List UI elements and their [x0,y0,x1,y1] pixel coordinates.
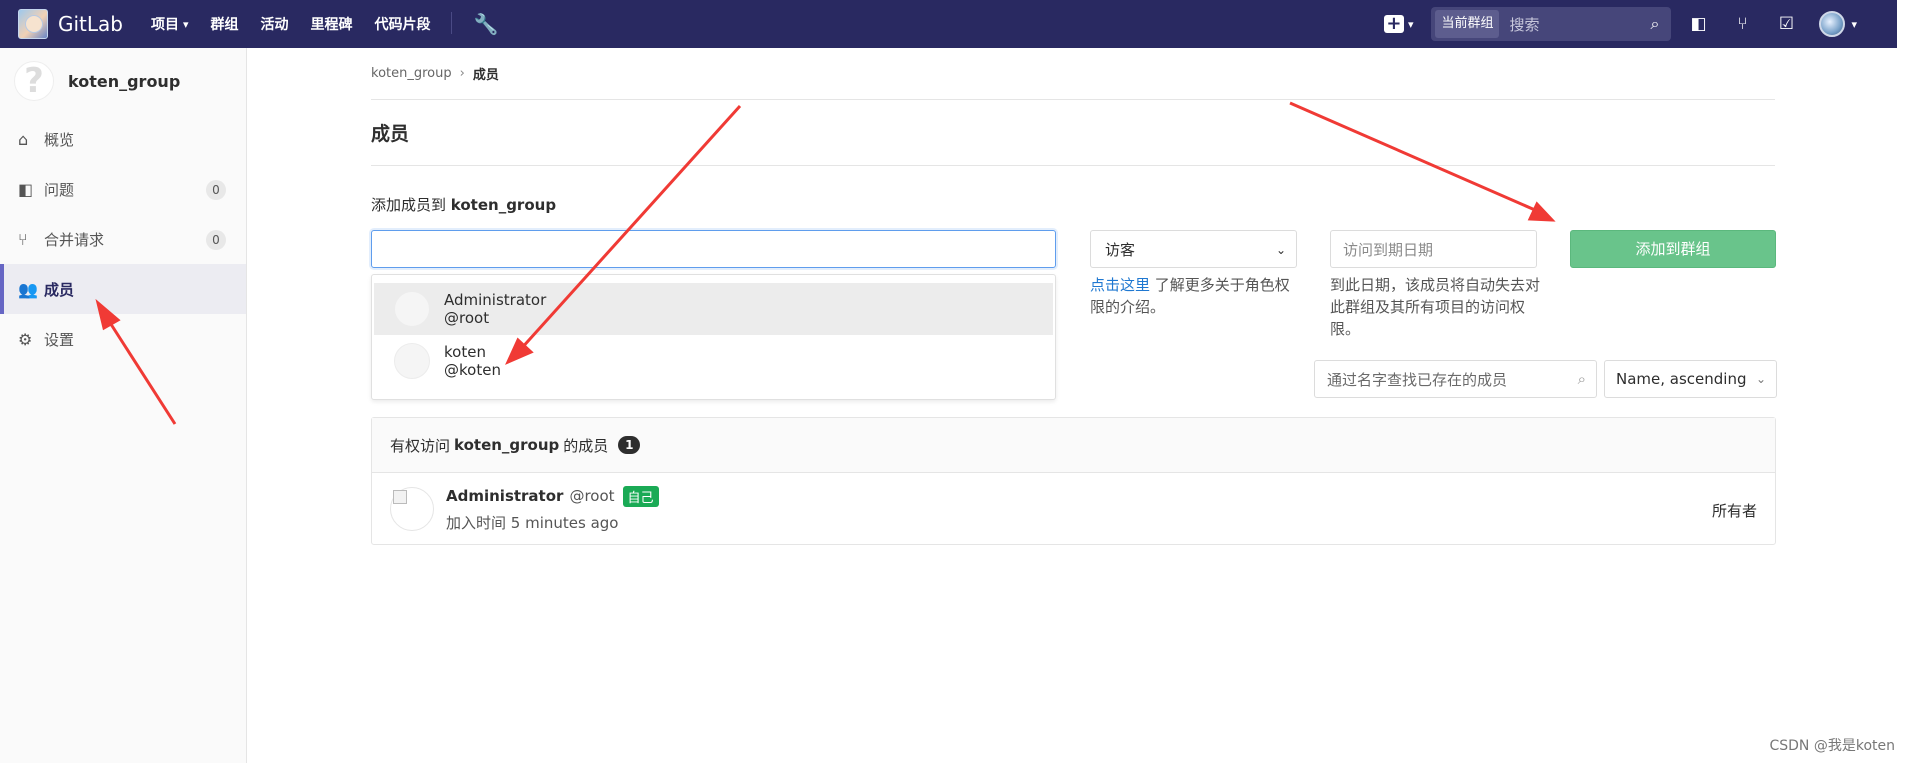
nav-divider [450,12,452,34]
member-role: 所有者 [1711,502,1757,520]
nav-projects[interactable]: 项目 ▾ [151,12,189,36]
add-to-group-button[interactable]: 添加到群组 [1570,230,1776,268]
sidebar: ? koten_group ⌂ 概览 ◧ 问题 0 ⑂ 合并请求 0 👥 成员 … [0,48,247,763]
avatar[interactable] [390,487,434,531]
chevron-down-icon: ⌄ [1275,243,1286,257]
todo-check-icon[interactable]: ☑ [1775,14,1797,34]
sidebar-item-label: 合并请求 [44,230,105,249]
role-help-text: 点击这里 了解更多关于角色权限的介绍。 [1090,276,1290,316]
nav-snippets[interactable]: 代码片段 [375,12,431,36]
suggestion-username: @root [444,309,490,327]
suggestion-username: @koten [444,361,501,379]
suggestion-name: Administrator [444,291,547,309]
sidebar-item-overview[interactable]: ⌂ 概览 [0,114,246,164]
member-filter-input[interactable]: 通过名字查找已存在的成员 ⌕ [1314,360,1597,398]
members-panel-header: 有权访问 koten_group 的成员 1 [372,418,1775,473]
sidebar-item-label: 概览 [44,130,75,149]
chevron-right-icon: › [459,66,465,81]
merge-request-icon: ⑂ [18,229,28,249]
search-scope-badge[interactable]: 当前群组 [1435,10,1500,38]
gitlab-logo-icon [18,9,48,39]
chevron-down-icon[interactable]: ▾ [1851,18,1857,31]
chevron-down-icon: ▾ [183,17,189,31]
merge-request-icon[interactable]: ⑂ [1731,14,1753,34]
suggestion-item[interactable]: koten @koten [374,335,1053,387]
sidebar-item-label: 设置 [44,330,75,349]
sort-select-value: Name, ascending [1616,370,1747,388]
self-badge: 自己 [622,485,659,507]
member-suggestions-dropdown: Administrator @root koten @koten [371,274,1056,400]
issues-icon[interactable]: ◧ [1687,14,1709,34]
avatar [394,291,430,327]
sidebar-group-header[interactable]: ? koten_group [0,48,246,114]
page-title: 成员 [371,100,1775,166]
suggestion-name: koten [444,343,486,361]
search-icon[interactable]: ⌕ [1578,370,1586,388]
member-row: Administrator @root 自己 加入时间 5 minutes ag… [372,473,1775,545]
member-name[interactable]: Administrator [446,487,563,505]
sidebar-item-merge-requests[interactable]: ⑂ 合并请求 0 [0,214,246,264]
top-navbar: GitLab 项目 ▾ 群组 活动 里程碑 代码片段 🔧 + ▾ 当前群组 搜索 … [0,0,1897,48]
search-input[interactable]: 当前群组 搜索 ⌕ [1431,7,1672,41]
home-icon: ⌂ [18,129,29,149]
nav-milestones[interactable]: 里程碑 [311,12,353,36]
chevron-down-icon: ⌄ [1755,372,1766,386]
annotation-arrowhead [1527,201,1556,222]
members-panel: 有权访问 koten_group 的成员 1 Administrator @ro… [371,417,1776,545]
nav-activity[interactable]: 活动 [261,12,289,36]
expiration-date-input[interactable]: 访问到期日期 [1330,230,1537,268]
member-search-input[interactable] [371,230,1056,268]
breadcrumb-group-link[interactable]: koten_group [371,66,452,81]
main-content: koten_group › 成员 成员 添加成员到 koten_group Ad… [371,48,1777,545]
role-help-link[interactable]: 点击这里 [1090,276,1150,294]
search-icon: ⌕ [1650,14,1660,33]
merge-requests-count-badge: 0 [206,230,226,250]
sidebar-item-label: 问题 [44,180,75,199]
members-count-badge: 1 [618,436,641,454]
issues-count-badge: 0 [206,180,226,200]
brand[interactable]: GitLab [18,9,123,39]
sort-select[interactable]: Name, ascending ⌄ [1604,360,1777,398]
add-member-label: 添加成员到 koten_group [371,196,557,214]
chevron-down-icon[interactable]: ▾ [1408,18,1414,31]
search-placeholder: 搜索 [1509,15,1540,34]
new-plus-icon[interactable]: + [1383,15,1404,33]
users-icon: 👥 [18,279,38,299]
expiration-help-text: 到此日期，该成员将自动失去对此群组及其所有项目的访问权限。 [1330,276,1541,338]
sidebar-item-settings[interactable]: ⚙ 设置 [0,314,246,364]
sidebar-item-issues[interactable]: ◧ 问题 0 [0,164,246,214]
suggestion-item[interactable]: Administrator @root [374,283,1053,335]
main-nav: 项目 ▾ 群组 活动 里程碑 代码片段 🔧 [151,12,498,36]
gear-icon: ⚙ [18,329,33,349]
sidebar-group-name: koten_group [68,71,181,91]
role-select-value: 访客 [1105,240,1136,259]
user-avatar[interactable] [1819,11,1846,37]
watermark: CSDN @我是koten [1769,738,1895,754]
member-username: @root [569,487,615,505]
issues-icon: ◧ [18,179,34,199]
breadcrumb-current[interactable]: 成员 [473,64,499,83]
group-avatar: ? [14,61,54,101]
role-select[interactable]: 访客 ⌄ [1090,230,1297,268]
sidebar-item-label: 成员 [44,280,75,299]
sidebar-item-members[interactable]: 👥 成员 [0,264,246,314]
member-joined-time: 加入时间 5 minutes ago [446,513,619,532]
nav-groups[interactable]: 群组 [211,12,239,36]
topbar-right: + ▾ 当前群组 搜索 ⌕ ◧ ⑂ ☑ ▾ [1383,0,1897,48]
admin-wrench-icon[interactable]: 🔧 [474,12,499,36]
brand-name: GitLab [58,12,123,36]
avatar [394,343,430,379]
breadcrumb: koten_group › 成员 [371,48,1775,100]
